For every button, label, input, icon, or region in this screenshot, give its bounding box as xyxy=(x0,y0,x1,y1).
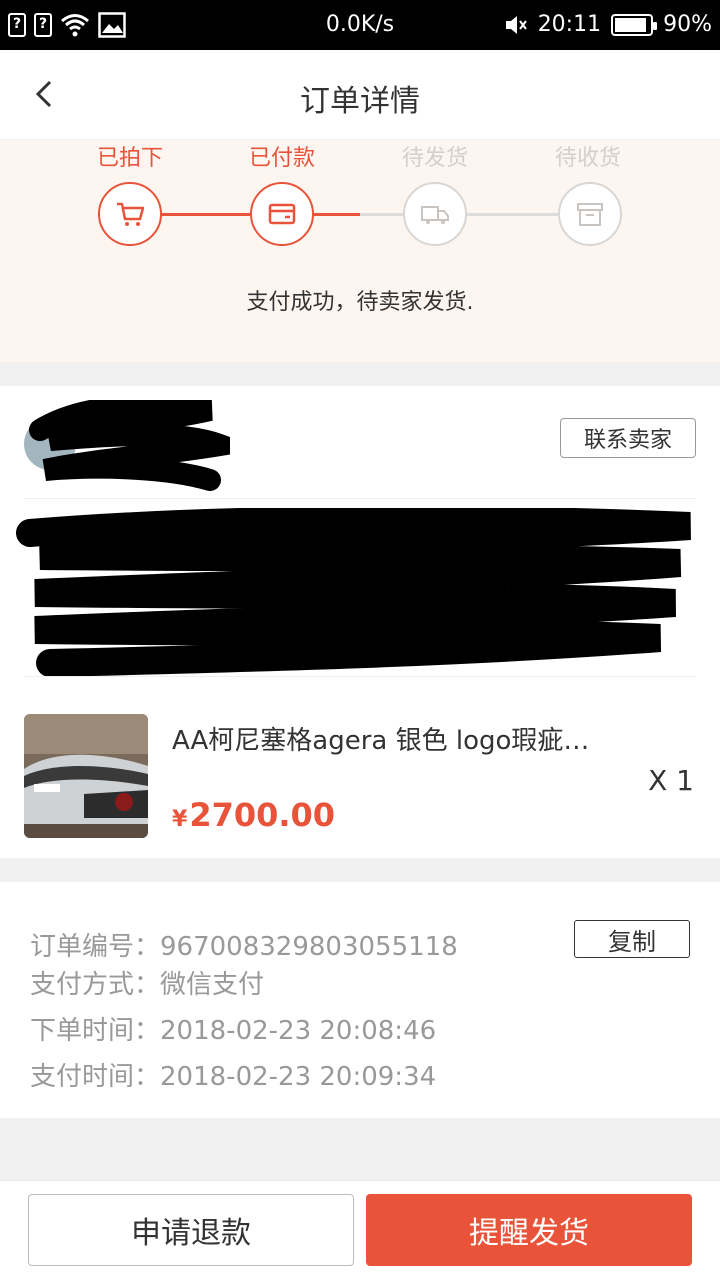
battery-icon xyxy=(611,13,658,36)
request-refund-button[interactable]: 申请退款 xyxy=(28,1194,354,1266)
price-currency: ¥ xyxy=(172,807,188,832)
divider xyxy=(24,676,696,677)
step-label-awaiting-shipment: 待发货 xyxy=(401,146,468,171)
page-header: 订单详情 xyxy=(0,50,720,140)
order-progress: 已拍下 已付款 待发货 待收货 支付成功，待卖家发货. xyxy=(0,140,720,362)
step-label-awaiting-receipt: 待收货 xyxy=(554,146,621,171)
payment-time-row: 支付时间：2018-02-23 20:09:34 xyxy=(30,1056,436,1093)
progress-line xyxy=(314,213,360,216)
price-value: 2700.00 xyxy=(189,796,336,834)
card-icon xyxy=(268,203,296,225)
contact-seller-button[interactable]: 联系卖家 xyxy=(560,418,696,458)
step-awaiting-receipt xyxy=(558,182,622,246)
payment-method: 微信支付 xyxy=(160,970,265,1000)
info-label: 下单时间： xyxy=(30,1016,161,1046)
car-image xyxy=(24,714,148,838)
progress-line xyxy=(360,213,404,216)
divider xyxy=(24,498,696,499)
info-label: 支付方式： xyxy=(30,970,161,1000)
product-thumbnail[interactable] xyxy=(24,714,148,838)
mute-icon xyxy=(505,15,527,34)
step-paid xyxy=(250,182,314,246)
order-time: 2018-02-23 20:08:46 xyxy=(160,1016,437,1046)
copy-button[interactable]: 复制 xyxy=(574,920,690,958)
clock: 20:11 xyxy=(537,12,602,37)
battery-fill xyxy=(615,17,647,32)
product-quantity: X 1 xyxy=(648,764,694,797)
remind-shipment-button[interactable]: 提醒发货 xyxy=(366,1194,692,1266)
progress-message: 支付成功，待卖家发货. xyxy=(246,290,474,315)
truck-icon xyxy=(421,206,449,224)
step-label-placed: 已拍下 xyxy=(96,146,163,171)
payment-method-row: 支付方式：微信支付 xyxy=(30,964,264,1001)
cart-icon xyxy=(117,202,145,226)
order-number-row: 订单编号：967008329803055118 xyxy=(30,926,458,963)
info-label: 订单编号： xyxy=(30,932,161,962)
box-icon xyxy=(577,203,603,226)
step-awaiting-shipment xyxy=(403,182,467,246)
redaction-scribble xyxy=(16,508,691,676)
product-title[interactable]: AA柯尼塞格agera 银色 logo瑕疵… xyxy=(172,720,622,757)
order-number: 967008329803055118 xyxy=(160,932,458,962)
payment-time: 2018-02-23 20:09:34 xyxy=(160,1062,437,1092)
page-title: 订单详情 xyxy=(300,84,420,119)
step-placed xyxy=(98,182,162,246)
battery-percent: 90% xyxy=(663,12,712,37)
product-price: ¥ 2700.00 xyxy=(172,796,335,834)
progress-line xyxy=(466,213,558,216)
status-bar: ? ? 0.0K/s 20:11 90% xyxy=(0,0,720,50)
order-time-row: 下单时间：2018-02-23 20:08:46 xyxy=(30,1010,436,1047)
step-label-paid: 已付款 xyxy=(248,146,315,171)
redaction-scribble xyxy=(29,400,230,491)
progress-line xyxy=(162,213,250,216)
info-label: 支付时间： xyxy=(30,1062,161,1092)
status-right: 20:11 90% xyxy=(504,12,712,37)
